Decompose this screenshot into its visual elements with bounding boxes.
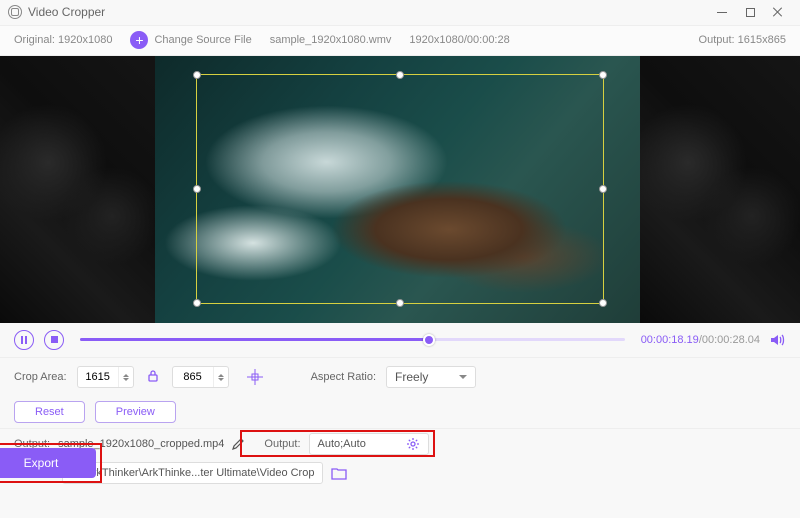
app-logo-icon bbox=[8, 5, 22, 19]
source-filename: sample_1920x1080.wmv bbox=[270, 34, 392, 46]
seek-slider[interactable] bbox=[80, 338, 625, 341]
aspect-ratio-label: Aspect Ratio: bbox=[311, 371, 376, 383]
add-source-icon[interactable]: + bbox=[130, 31, 148, 49]
crop-handle-tl[interactable] bbox=[193, 71, 201, 79]
video-preview[interactable] bbox=[0, 56, 800, 323]
title-bar: Video Cropper bbox=[0, 0, 800, 26]
output-dimensions: Output: 1615x865 bbox=[699, 34, 786, 46]
action-buttons: Reset Preview bbox=[0, 396, 800, 428]
minimize-button[interactable] bbox=[708, 0, 736, 25]
width-up[interactable] bbox=[123, 374, 129, 377]
crop-area-label: Crop Area: bbox=[14, 371, 67, 383]
app-title: Video Cropper bbox=[28, 5, 105, 19]
crop-handle-mr[interactable] bbox=[599, 185, 607, 193]
chevron-down-icon bbox=[459, 375, 467, 379]
info-bar: Original: 1920x1080 + Change Source File… bbox=[0, 26, 800, 56]
crop-width-input[interactable] bbox=[77, 366, 134, 388]
height-down[interactable] bbox=[218, 378, 224, 381]
crop-handle-br[interactable] bbox=[599, 299, 607, 307]
aspect-ratio-value: Freely bbox=[395, 370, 428, 384]
seek-thumb[interactable] bbox=[423, 334, 435, 346]
crop-handle-bl[interactable] bbox=[193, 299, 201, 307]
change-source-label[interactable]: Change Source File bbox=[154, 34, 251, 46]
crop-controls: Crop Area: Aspect Ratio: Freely bbox=[0, 358, 800, 396]
crop-handle-ml[interactable] bbox=[193, 185, 201, 193]
time-display: 00:00:18.19/00:00:28.04 bbox=[641, 334, 760, 346]
volume-icon[interactable] bbox=[770, 333, 786, 347]
aspect-ratio-select[interactable]: Freely bbox=[386, 366, 476, 388]
crop-handle-tr[interactable] bbox=[599, 71, 607, 79]
pause-button[interactable] bbox=[14, 330, 34, 350]
aspect-lock-icon[interactable] bbox=[144, 369, 162, 386]
height-up[interactable] bbox=[218, 374, 224, 377]
preview-button[interactable]: Preview bbox=[95, 401, 176, 423]
reset-button[interactable]: Reset bbox=[14, 401, 85, 423]
close-button[interactable] bbox=[764, 0, 792, 25]
export-button[interactable]: Export bbox=[0, 448, 96, 478]
source-resolution-duration: 1920x1080/00:00:28 bbox=[409, 34, 509, 46]
crop-height-input[interactable] bbox=[172, 366, 229, 388]
original-dimensions: Original: 1920x1080 bbox=[14, 34, 112, 46]
stop-button[interactable] bbox=[44, 330, 64, 350]
crop-handle-tm[interactable] bbox=[396, 71, 404, 79]
playback-controls: 00:00:18.19/00:00:28.04 bbox=[0, 323, 800, 359]
width-down[interactable] bbox=[123, 378, 129, 381]
crop-handle-bm[interactable] bbox=[396, 299, 404, 307]
maximize-button[interactable] bbox=[736, 0, 764, 25]
center-crop-icon[interactable] bbox=[239, 367, 271, 387]
crop-rectangle[interactable] bbox=[196, 74, 604, 304]
